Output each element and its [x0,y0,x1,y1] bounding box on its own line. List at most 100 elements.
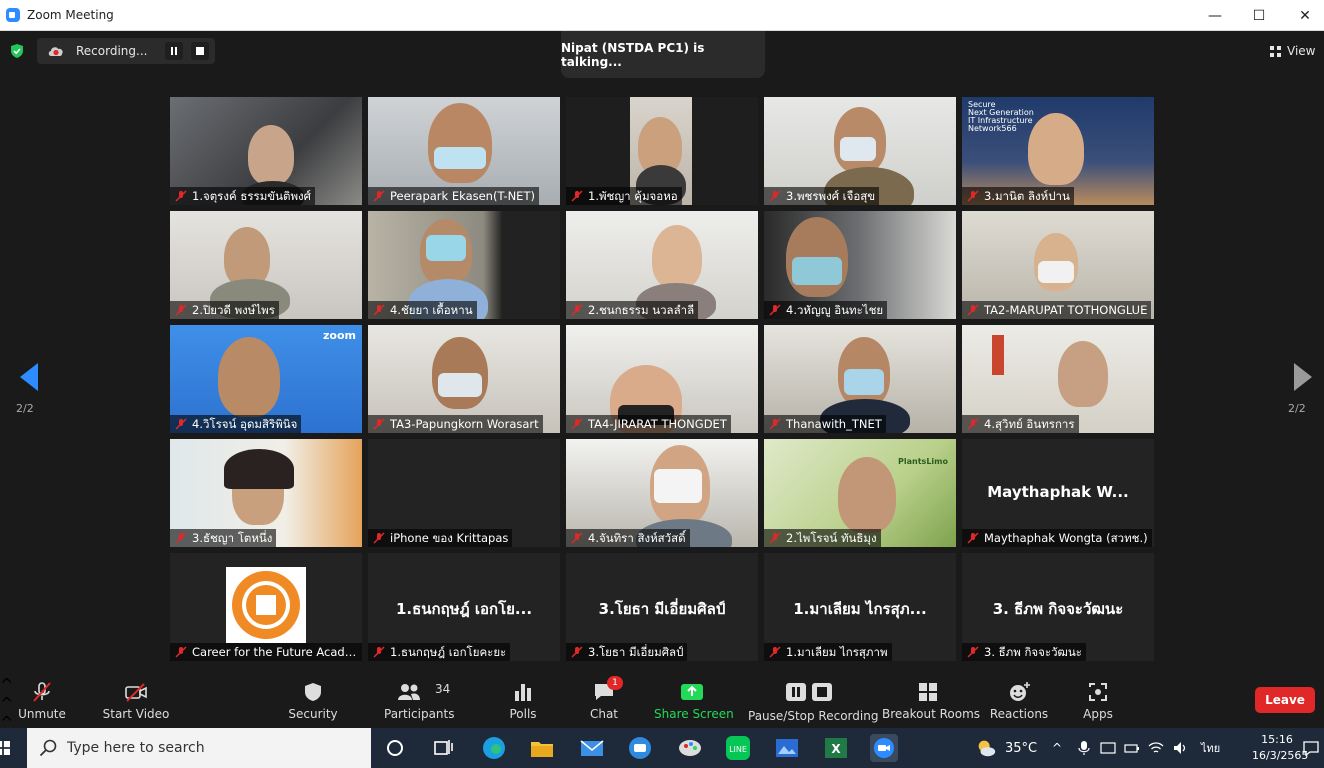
participant-name: 2.ชนกธรรม นวลลำลี [566,301,699,319]
tray-expand[interactable]: ^ [1052,728,1062,768]
task-view-cortana-icon[interactable] [381,734,409,762]
participant-name: 4.วิโรจน์ อุดมสิริพินิจ [170,415,302,433]
participants-count: 34 [435,682,451,696]
mic-muted-icon [967,418,979,430]
excel-icon[interactable]: X [822,734,850,762]
gallery-view-icon [1270,46,1281,57]
view-button[interactable]: View [1266,43,1322,61]
participant-tile[interactable]: TA2-MARUPAT TOTHONGLUE [962,211,1154,319]
edge-icon[interactable] [480,734,508,762]
stop-recording-button[interactable] [191,42,209,60]
unmute-button[interactable]: Unmute [12,675,72,728]
meet-now-icon[interactable] [1100,728,1116,768]
participants-button[interactable]: 34 Participants [384,675,455,728]
breakout-rooms-button[interactable]: Breakout Rooms [882,675,980,728]
participant-tile[interactable]: 3.พชรพงศ์ เจือสุข [764,97,956,205]
start-video-button[interactable]: Start Video [100,675,172,728]
participant-name: 1.มาเลียม ไกรสุภาพ [764,643,892,661]
participant-tile[interactable]: 4.จันทิรา สิงห์สวัสดิ์ [566,439,758,547]
leave-button[interactable]: Leave [1255,687,1315,713]
search-icon [39,739,57,757]
window-title: Zoom Meeting [27,8,114,22]
participant-name: Maythaphak Wongta (สวทช.) [962,529,1152,547]
mic-muted-icon [571,418,583,430]
next-page-button[interactable]: 2/2 [1284,361,1314,415]
participant-tile[interactable]: 4.วหัญญู อินทะไชย [764,211,956,319]
minimize-button[interactable]: — [1192,0,1238,31]
taskbar-search[interactable]: Type here to search [27,728,371,768]
paint-app-icon[interactable] [676,734,704,762]
input-language[interactable]: ไทย [1201,728,1220,768]
participant-tile[interactable]: 3.โยธา มีเอี่ยมศิลป์ 3.โยธา มีเอี่ยมศิลป… [566,553,758,661]
wifi-icon[interactable] [1148,728,1164,768]
participant-tile[interactable]: 1.มาเลียม ไกรสุภ... 1.มาเลียม ไกรสุภาพ [764,553,956,661]
maximize-button[interactable]: ☐ [1236,0,1282,31]
participant-tile[interactable]: TA3-Papungkorn Worasart [368,325,560,433]
participant-tile[interactable]: 2.ปิยวดี พงษ์ไพร [170,211,362,319]
photos-icon[interactable] [773,734,801,762]
participant-tile[interactable]: 3. ธีภพ กิจจะวัฒนะ 3. ธีภพ กิจจะวัฒนะ [962,553,1154,661]
security-button[interactable]: Security [283,675,343,728]
participants-label: Participants [384,707,455,721]
clock-date: 16/3/2565 [1252,749,1309,762]
previous-page-button[interactable]: 2/2 [12,361,42,415]
participant-tile[interactable]: 2.ชนกธรรม นวลลำลี [566,211,758,319]
participant-tile[interactable]: PlantsLimo 2.ไพโรจน์ ทันธิมุง [764,439,956,547]
notifications-icon[interactable] [1302,728,1320,768]
participant-name: 3. ธีภพ กิจจะวัฒนะ [962,643,1086,661]
meeting-toolbar: Unmute ^ Start Video ^ Security 34 Parti… [0,675,1324,751]
weather-widget[interactable]: 35°C [975,728,1037,768]
participant-tile[interactable]: iPhone ของ Krittapas [368,439,560,547]
breakout-grid-icon [919,683,937,701]
participant-tile[interactable]: zoom 4.วิโรจน์ อุดมสิริพินิจ [170,325,362,433]
chat-button[interactable]: 1 Chat [580,675,628,728]
mic-muted-icon [967,646,979,658]
meeting-area: Recording... Nipat (NSTDA PC1) is talkin… [0,31,1324,675]
participant-tile[interactable]: 4.ชัยยา เดื้อหาน [368,211,560,319]
close-button[interactable]: ✕ [1282,0,1324,31]
apps-button[interactable]: Apps [1076,675,1120,728]
search-placeholder: Type here to search [67,740,205,756]
participant-tile[interactable]: 1.พัชญา คุ้มจอหอ [566,97,758,205]
reactions-button[interactable]: Reactions [988,675,1050,728]
skype-like-icon[interactable] [626,734,654,762]
volume-icon[interactable] [1172,728,1188,768]
arrow-right-icon [1294,363,1312,391]
mail-icon[interactable] [578,734,606,762]
pause-stop-recording-button[interactable]: Pause/Stop Recording [748,675,878,728]
battery-icon[interactable] [1124,728,1140,768]
system-clock[interactable]: 15:16 16/3/2565 [1252,732,1309,764]
mic-muted-icon [175,418,187,430]
participant-tile[interactable]: 1.จตุรงค์ ธรรมขันติพงศ์ [170,97,362,205]
cloud-recording-icon [48,47,63,56]
camera-off-icon [125,683,147,702]
security-shield-icon[interactable] [9,43,25,59]
participant-tile[interactable]: 4.สุวิทย์ อินทรการ [962,325,1154,433]
start-button[interactable] [0,728,27,768]
participant-tile[interactable]: Thanawith_TNET [764,325,956,433]
participant-tile[interactable]: Maythaphak W... Maythaphak Wongta (สวทช.… [962,439,1154,547]
microphone-tray-icon[interactable] [1076,728,1092,768]
participant-tile[interactable]: 1.ธนกฤษฎ์ เอกโย... 1.ธนกฤษฎ์ เอกโยคะยะ [368,553,560,661]
mic-muted-icon [769,418,781,430]
participant-name: 1.พัชญา คุ้มจอหอ [566,187,682,205]
line-app-icon[interactable]: LINE [724,734,752,762]
task-view-icon[interactable] [429,734,457,762]
mic-muted-icon [571,190,583,202]
mic-muted-icon [373,646,385,658]
participant-tile[interactable]: 3.ธัชญา โตหนึ่ง [170,439,362,547]
participant-tile[interactable]: Career for the Future Academy [170,553,362,661]
participant-tile[interactable]: Peerapark Ekasen(T-NET) [368,97,560,205]
pause-stop-icon [786,683,832,701]
temperature: 35°C [1005,740,1038,756]
chat-badge: 1 [607,676,623,690]
pause-recording-button[interactable] [165,42,183,60]
share-screen-button[interactable]: Share Screen [654,675,734,728]
zoom-taskbar-icon[interactable] [870,734,898,762]
file-explorer-icon[interactable] [528,734,556,762]
polls-button[interactable]: Polls [498,675,548,728]
participant-name: TA4-JIRARAT THONGDET [566,415,731,433]
participant-tile[interactable]: TA4-JIRARAT THONGDET [566,325,758,433]
participant-tile[interactable]: Secure Next Generation IT Infrastructure… [962,97,1154,205]
participant-display-name: 3.โยธา มีเอี่ยมศิลป์ [598,600,726,618]
